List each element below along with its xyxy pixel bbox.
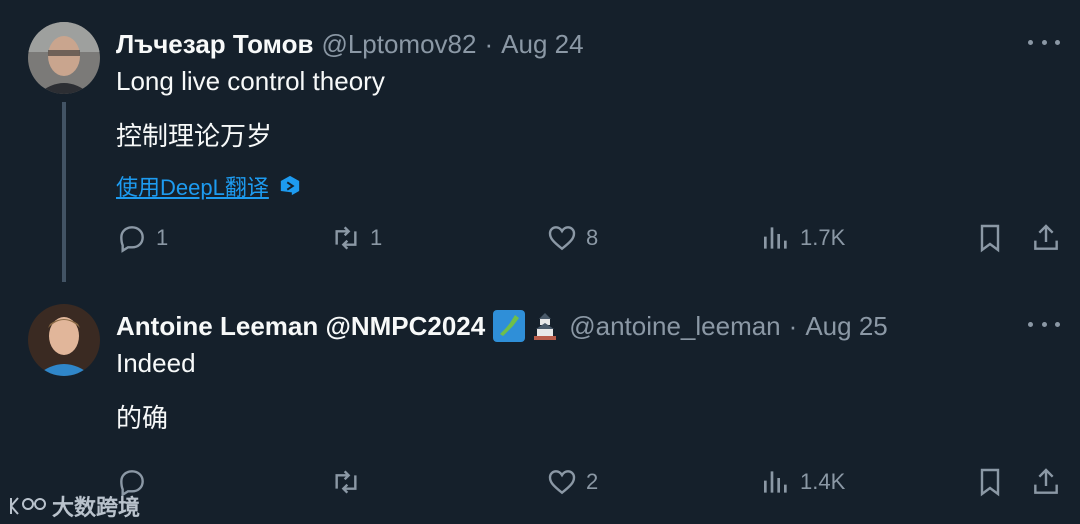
watermark-text: 大数跨境 <box>52 495 141 520</box>
tweet-text: Indeed <box>116 348 196 378</box>
tweet-translation: 的确 <box>116 403 169 433</box>
bookmark-button[interactable] <box>974 466 1006 498</box>
views-button[interactable]: 1.4K <box>760 466 845 498</box>
share-button[interactable] <box>1030 222 1062 254</box>
translate-link-label[interactable]: 使用DeepL翻译 <box>116 170 269 202</box>
view-count: 1.7K <box>800 225 846 250</box>
share-icon <box>1034 468 1058 494</box>
bookmark-icon <box>980 224 1000 253</box>
castle-icon <box>529 310 561 342</box>
deepl-icon <box>280 175 300 196</box>
repost-button[interactable] <box>330 466 370 498</box>
repost-button[interactable]: 1 <box>330 222 382 254</box>
share-button[interactable] <box>1030 466 1062 498</box>
views-button[interactable]: 1.7K <box>760 222 845 254</box>
heart-icon <box>548 470 576 495</box>
translate-link[interactable]: 使用DeepL翻译 <box>116 170 301 202</box>
thread-line <box>62 102 66 298</box>
watermark: 大数跨境 <box>8 490 140 522</box>
like-count: 8 <box>586 225 599 250</box>
avatar[interactable] <box>28 22 100 94</box>
bookmark-button[interactable] <box>974 222 1006 254</box>
more-options-icon[interactable] <box>1028 32 1060 52</box>
repost-icon <box>335 226 357 250</box>
tweet-header: Antoine Leeman @NMPC2024 @antoine_leeman… <box>116 310 888 342</box>
analytics-icon <box>764 227 787 249</box>
separator: · <box>484 28 494 59</box>
watermark-logo-icon <box>10 497 46 515</box>
view-count: 1.4K <box>800 469 846 494</box>
author-name[interactable]: Antoine Leeman @NMPC2024 <box>116 311 485 342</box>
more-options-icon[interactable] <box>1028 314 1060 334</box>
tweet-1[interactable]: Лъчезар Томов @Lptomov82 · Aug 24 Long l… <box>0 0 1080 298</box>
tweet-date[interactable]: Aug 25 <box>805 311 887 342</box>
author-handle[interactable]: @antoine_leeman <box>569 311 780 342</box>
reply-count: 1 <box>156 225 169 250</box>
tweet-actions: 2 1.4K <box>0 466 1080 506</box>
repost-count: 1 <box>370 225 383 250</box>
separator: · <box>788 310 798 341</box>
reply-button[interactable]: 1 <box>116 222 168 254</box>
reply-icon <box>120 226 144 253</box>
bookmark-icon <box>980 468 1000 497</box>
tweet-2[interactable]: Antoine Leeman @NMPC2024 @antoine_leeman… <box>0 282 1080 524</box>
heart-icon <box>548 226 576 251</box>
japan-map-icon <box>493 310 526 342</box>
tweet-date[interactable]: Aug 24 <box>501 29 583 60</box>
analytics-icon <box>764 471 787 493</box>
like-button[interactable]: 8 <box>546 222 598 254</box>
tweet-text: Long live control theory <box>116 66 385 96</box>
author-handle[interactable]: @Lptomov82 <box>321 29 476 60</box>
like-button[interactable]: 2 <box>546 466 598 498</box>
tweet-actions: 1 1 8 1.7K <box>0 222 1080 262</box>
share-icon <box>1034 224 1058 250</box>
avatar[interactable] <box>28 304 100 376</box>
author-name[interactable]: Лъчезар Томов <box>116 29 313 60</box>
repost-icon <box>335 470 357 494</box>
tweet-translation: 控制理论万岁 <box>116 121 273 151</box>
like-count: 2 <box>586 469 599 494</box>
tweet-header: Лъчезар Томов @Lptomov82 · Aug 24 <box>116 28 584 60</box>
